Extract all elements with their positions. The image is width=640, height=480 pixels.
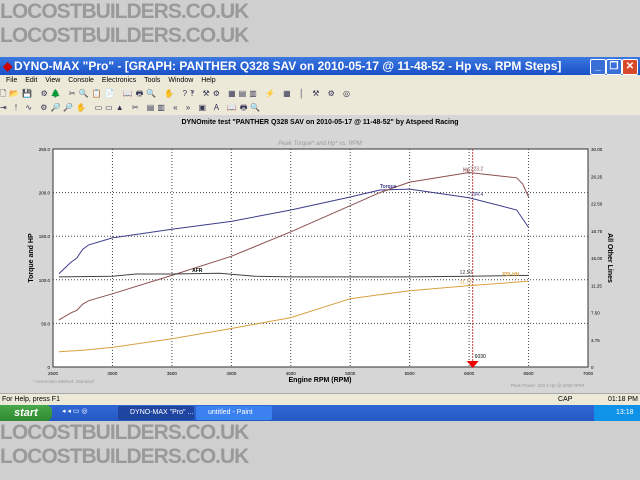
menu-console[interactable]: Console [68,77,94,84]
y2-tick-label: 11.25 [591,283,602,288]
y-tick-label: 200.0 [39,191,51,196]
y-tick-label: 100.0 [39,278,51,283]
y2-axis-label: All Other Lines [606,233,613,283]
series-value-label: 11.72 [460,280,472,286]
y-tick-label: 250.0 [39,147,51,152]
series-value-label: 194.4 [471,192,484,198]
x-tick-label: 7000 [583,371,594,376]
chart-area: DYNOmite test "PANTHER Q328 SAV on 2010-… [0,115,640,393]
y2-tick-label: 15.00 [591,256,603,261]
menu-help[interactable]: Help [201,77,215,84]
legend-afr: AFR [192,268,203,274]
menu-view[interactable]: View [45,77,60,84]
x-tick-label: 5500 [405,371,416,376]
chart-subtitle: Peak Torque* and Hp* vs. RPM [278,141,362,147]
y2-tick-label: 30.00 [591,147,603,152]
graph-toolbar[interactable]: ⇥ ! ∿ ⚙🔎🔎✋ ▭▭▲ ✂ ▤▥ « » ▣ A 📖🖶🔍 [0,101,640,115]
x-tick-label: 3000 [107,371,118,376]
y-tick-label: 50.0 [41,321,50,326]
system-clock: 13:18 [594,405,640,421]
restore-button[interactable]: ❐ [606,59,622,75]
x-tick-label: 6500 [524,371,535,376]
peak-power-note: Peak Power: 223.4 Hp @ 6000 RPM [511,383,585,388]
main-toolbar[interactable]: 🗋📂💾 ⚙🌲 ✂🔍📋📄 📖🖶🔍 ✋ ?‽ ⚒⚙ ▦▤▥ ⚡ ▦ │ ⚒ ⚙ ◎ [0,87,640,101]
menu-window[interactable]: Window [168,77,193,84]
legend-psi: PSI-HH [502,272,519,278]
menu-tools[interactable]: Tools [144,77,160,84]
x-tick-label: 4000 [226,371,237,376]
quick-launch-icons[interactable]: ◂ ◂ ▭ ◎ [62,407,88,415]
menu-electronics[interactable]: Electronics [102,77,136,84]
window-title: DYNO-MAX "Pro" - [GRAPH: PANTHER Q328 SA… [14,59,562,73]
close-button[interactable]: ✕ [622,59,638,75]
menu-bar: File Edit View Console Electronics Tools… [0,75,640,87]
menu-edit[interactable]: Edit [25,77,37,84]
y2-tick-label: 3.75 [591,338,600,343]
minimize-button[interactable]: _ [590,59,606,75]
x-tick-label: 5000 [345,371,356,376]
y2-tick-label: 26.25 [591,174,603,179]
task-dynomax[interactable]: DYNO-MAX "Pro" ... [118,406,194,420]
y-tick-label: 0 [47,365,50,370]
x-tick-label: 4500 [286,371,297,376]
watermark-top: LOCOSTBUILDERS.CO.UK LOCOSTBUILDERS.CO.UK [0,0,640,57]
y2-tick-label: 0 [591,365,594,370]
x-tick-label: 3500 [167,371,178,376]
y2-tick-label: 7.50 [591,311,600,316]
correction-footnote: * Correction Method: Standard [33,379,94,384]
rpm-cursor-label: 6030 [475,354,486,360]
x-axis-label: Engine RPM (RPM) [289,377,352,384]
taskbar: start ◂ ◂ ▭ ◎ DYNO-MAX "Pro" ... untitle… [0,405,640,421]
y2-tick-label: 22.50 [591,202,603,207]
y-axis-label: Torque and HP [28,233,35,283]
y-tick-label: 150.0 [39,234,51,239]
menu-file[interactable]: File [6,77,17,84]
start-button[interactable]: start [0,405,52,421]
legend-hp: Hp [463,168,470,174]
x-tick-label: 6000 [464,371,475,376]
y2-tick-label: 18.75 [591,229,603,234]
series-value-label: 223.2 [471,167,484,173]
dyno-chart: DYNOmite test "PANTHER Q328 SAV on 2010-… [28,119,613,388]
series-value-label: 12.50 [460,270,473,276]
chart-title: DYNOmite test "PANTHER Q328 SAV on 2010-… [181,119,458,126]
legend-torque: Torque [380,184,397,190]
plot-area [52,148,589,368]
x-tick-label: 2500 [48,371,59,376]
app-icon: ◆ [3,59,13,73]
watermark-bottom: LOCOSTBUILDERS.CO.UK LOCOSTBUILDERS.CO.UK [0,421,640,480]
task-paint[interactable]: untitled - Paint [196,406,272,420]
title-bar: ◆ DYNO-MAX "Pro" - [GRAPH: PANTHER Q328 … [0,57,640,75]
